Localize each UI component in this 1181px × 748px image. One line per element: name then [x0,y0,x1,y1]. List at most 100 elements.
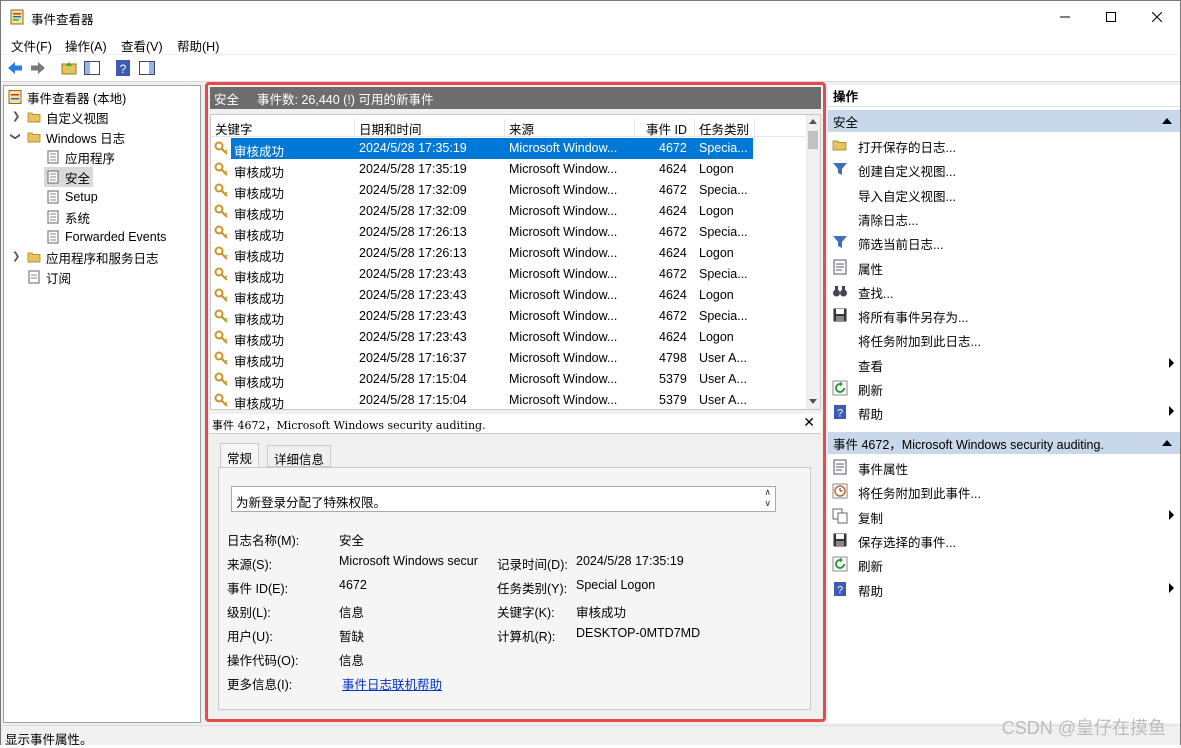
cell-task: Logon [699,204,734,218]
action-item[interactable]: 查看 [828,352,1180,376]
scroll-up-arrow-icon[interactable] [809,119,817,124]
table-row[interactable]: 审核成功 2024/5/28 17:23:43 Microsoft Window..… [211,306,805,327]
close-button[interactable] [1134,1,1180,32]
log-icon [47,230,59,244]
description-scroll-down-icon[interactable]: ∨ [764,498,771,509]
action-item[interactable]: 筛选当前日志... [828,230,1180,254]
field-source-label: 来源(S): [227,558,273,572]
menu-file[interactable]: 文件(F) [11,36,52,55]
tree-log-setup[interactable]: Setup [46,187,98,207]
table-row[interactable]: 审核成功 2024/5/28 17:26:13 Microsoft Window..… [211,243,805,264]
cell-keywords: 审核成功 [234,229,285,243]
column-task[interactable]: 任务类别 [699,119,749,138]
scroll-thumb[interactable] [808,131,818,149]
column-keywords[interactable]: 关键字 [215,119,253,138]
tab-details[interactable]: 详细信息 [267,445,332,467]
table-row[interactable]: 审核成功 2024/5/28 17:35:19 Microsoft Window..… [211,159,805,180]
table-row[interactable]: 审核成功 2024/5/28 17:15:04 Microsoft Window..… [211,369,805,390]
action-item[interactable]: 将任务附加到此日志... [828,327,1180,351]
actions-section-event[interactable]: 事件 4672，Microsoft Windows security audit… [828,432,1180,454]
column-date[interactable]: 日期和时间 [359,119,422,138]
menu-view[interactable]: 查看(V) [121,36,163,55]
tree-windows-logs[interactable]: Windows 日志 [27,127,125,147]
table-row[interactable]: 审核成功 2024/5/28 17:23:43 Microsoft Window..… [211,327,805,348]
expand-chevron-icon[interactable]: ❯ [12,111,20,122]
field-user-value: 暂缺 [339,630,365,644]
cell-task: Logon [699,246,734,260]
field-user-label: 用户(U): [227,630,273,644]
action-item[interactable]: 复制 [828,504,1180,528]
cell-task: Specia... [699,183,748,197]
tree-log-system[interactable]: 系统 [46,207,90,227]
tree-custom-views[interactable]: 自定义视图 [27,107,109,127]
minimize-button[interactable] [1042,1,1088,32]
action-item[interactable]: 导入自定义视图... [828,182,1180,206]
up-folder-icon[interactable] [60,59,78,77]
close-detail-icon[interactable]: ✕ [803,415,815,431]
cell-date: 2024/5/28 17:35:19 [359,141,467,155]
scroll-down-arrow-icon[interactable] [809,399,817,404]
action-item[interactable]: 创建自定义视图... [828,157,1180,181]
cell-event-id: 4624 [659,162,687,176]
vertical-scrollbar[interactable] [806,115,820,409]
table-row[interactable]: 审核成功 2024/5/28 17:16:37 Microsoft Window..… [211,348,805,369]
show-hide-tree-icon[interactable] [83,59,101,77]
expand-chevron-icon[interactable]: ❯ [12,251,20,262]
collapse-up-icon[interactable] [1162,118,1172,124]
table-row[interactable]: 审核成功 2024/5/28 17:35:19 Microsoft Window..… [211,138,805,159]
action-item[interactable]: 将任务附加到此事件... [828,479,1180,503]
back-arrow-icon[interactable] [6,59,24,77]
cell-keywords: 审核成功 [234,250,285,264]
collapse-up-icon[interactable] [1162,440,1172,446]
column-source[interactable]: 来源 [509,119,534,138]
action-item[interactable]: 将所有事件另存为... [828,303,1180,327]
collapse-chevron-icon[interactable]: ❯ [10,132,21,140]
action-item[interactable]: 事件属性 [828,455,1180,479]
action-item[interactable]: ? 帮助 [828,400,1180,424]
submenu-arrow-icon [1169,582,1174,593]
tree-app-service-logs[interactable]: 应用程序和服务日志 [27,247,159,267]
table-row[interactable]: 审核成功 2024/5/28 17:32:09 Microsoft Window..… [211,201,805,222]
action-item[interactable]: 打开保存的日志... [828,133,1180,157]
action-item[interactable]: 属性 [828,255,1180,279]
save-icon [833,308,847,322]
more-info-link[interactable]: 事件日志联机帮助 [342,674,442,693]
action-item[interactable]: 保存选择的事件... [828,528,1180,552]
forward-arrow-icon[interactable] [29,59,47,77]
menu-bar: 文件(F) 操作(A) 查看(V) 帮助(H) [1,32,1180,54]
actions-section-log[interactable]: 安全 [828,110,1180,132]
action-item-label: 将任务附加到此事件... [858,487,981,502]
maximize-button[interactable] [1088,1,1134,32]
event-viewer-window: 事件查看器 文件(F) 操作(A) 查看(V) 帮助(H) ? 事件查看器 (本… [0,0,1181,747]
table-row[interactable]: 审核成功 2024/5/28 17:23:43 Microsoft Window..… [211,264,805,285]
help-icon[interactable]: ? [114,59,132,77]
table-row[interactable]: 审核成功 2024/5/28 17:26:13 Microsoft Window..… [211,222,805,243]
description-scroll-up-icon[interactable]: ∧ [764,487,771,498]
tree-subscriptions[interactable]: 订阅 [27,267,71,287]
action-item[interactable]: 刷新 [828,376,1180,400]
log-icon [47,150,59,164]
cell-task: User A... [699,351,747,365]
menu-help[interactable]: 帮助(H) [177,36,219,55]
subscriptions-icon [28,270,40,284]
menu-action[interactable]: 操作(A) [65,36,107,55]
field-more-info-label: 更多信息(I): [227,678,293,692]
tree-log-forwarded[interactable]: Forwarded Events [46,227,166,247]
action-item-label: 将任务附加到此日志... [858,335,981,350]
table-row[interactable]: 审核成功 2024/5/28 17:15:04 Microsoft Window..… [211,390,805,411]
table-row[interactable]: 审核成功 2024/5/28 17:32:09 Microsoft Window..… [211,180,805,201]
action-item[interactable]: 查找... [828,279,1180,303]
tab-general[interactable]: 常规 [220,443,260,468]
tree-log-security[interactable]: 安全 [44,167,94,187]
action-item[interactable]: 清除日志... [828,206,1180,230]
cell-date: 2024/5/28 17:23:43 [359,288,467,302]
table-row[interactable]: 审核成功 2024/5/28 17:23:43 Microsoft Window..… [211,285,805,306]
action-item[interactable]: 刷新 [828,552,1180,576]
action-item[interactable]: ? 帮助 [828,577,1180,601]
cell-date: 2024/5/28 17:35:19 [359,162,467,176]
tree-root[interactable]: 事件查看器 (本地) [8,87,126,107]
tree-log-application[interactable]: 应用程序 [46,147,115,167]
column-event-id[interactable]: 事件 ID [646,119,687,138]
cell-task: User A... [699,393,747,407]
show-hide-action-pane-icon[interactable] [138,59,156,77]
